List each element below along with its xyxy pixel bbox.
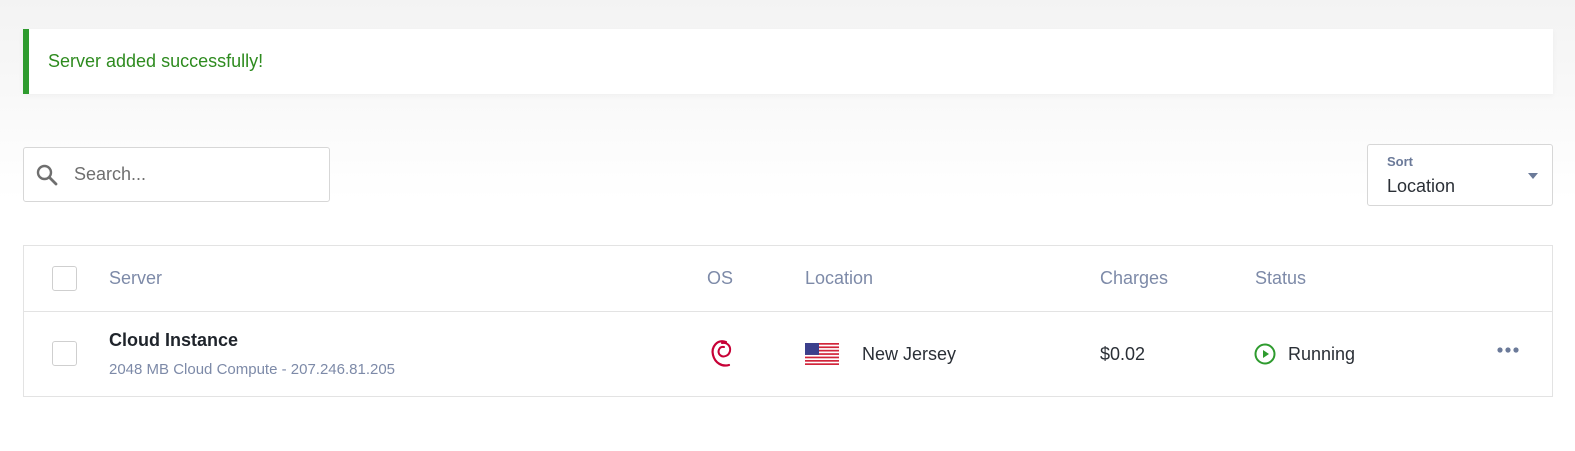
page: Server added successfully! Sort Location… <box>0 0 1575 451</box>
us-flag-icon <box>805 343 839 365</box>
search-icon <box>36 164 58 186</box>
header-server[interactable]: Server <box>109 268 162 289</box>
server-details: 2048 MB Cloud Compute - 207.246.81.205 <box>109 361 396 378</box>
sort-label: Sort <box>1387 154 1413 169</box>
header-location[interactable]: Location <box>805 268 873 289</box>
header-status[interactable]: Status <box>1255 268 1306 289</box>
debian-icon <box>711 340 732 367</box>
table-header: Server OS Location Charges Status <box>24 246 1552 312</box>
location-text: New Jersey <box>862 344 957 364</box>
chevron-down-icon <box>1528 173 1538 179</box>
search-input[interactable] <box>74 148 324 201</box>
servers-table: Server OS Location Charges Status Cloud … <box>23 245 1553 397</box>
sort-value: Location <box>1387 176 1456 196</box>
sort-select[interactable]: Sort Location <box>1367 144 1553 206</box>
alert-message: Server added successfully! <box>48 51 264 71</box>
charges-value: $0.02 <box>1100 344 1146 364</box>
search-box[interactable] <box>23 147 330 202</box>
status-text: Running <box>1288 344 1356 364</box>
more-options-icon[interactable] <box>1496 346 1520 354</box>
header-charges[interactable]: Charges <box>1100 268 1168 289</box>
select-all-checkbox[interactable] <box>52 266 77 291</box>
row-checkbox[interactable] <box>52 341 77 366</box>
header-os[interactable]: OS <box>707 268 733 289</box>
play-circle-icon <box>1254 343 1276 365</box>
server-name[interactable]: Cloud Instance <box>109 330 238 351</box>
success-alert: Server added successfully! <box>23 29 1553 94</box>
table-row[interactable]: Cloud Instance 2048 MB Cloud Compute - 2… <box>24 312 1552 397</box>
